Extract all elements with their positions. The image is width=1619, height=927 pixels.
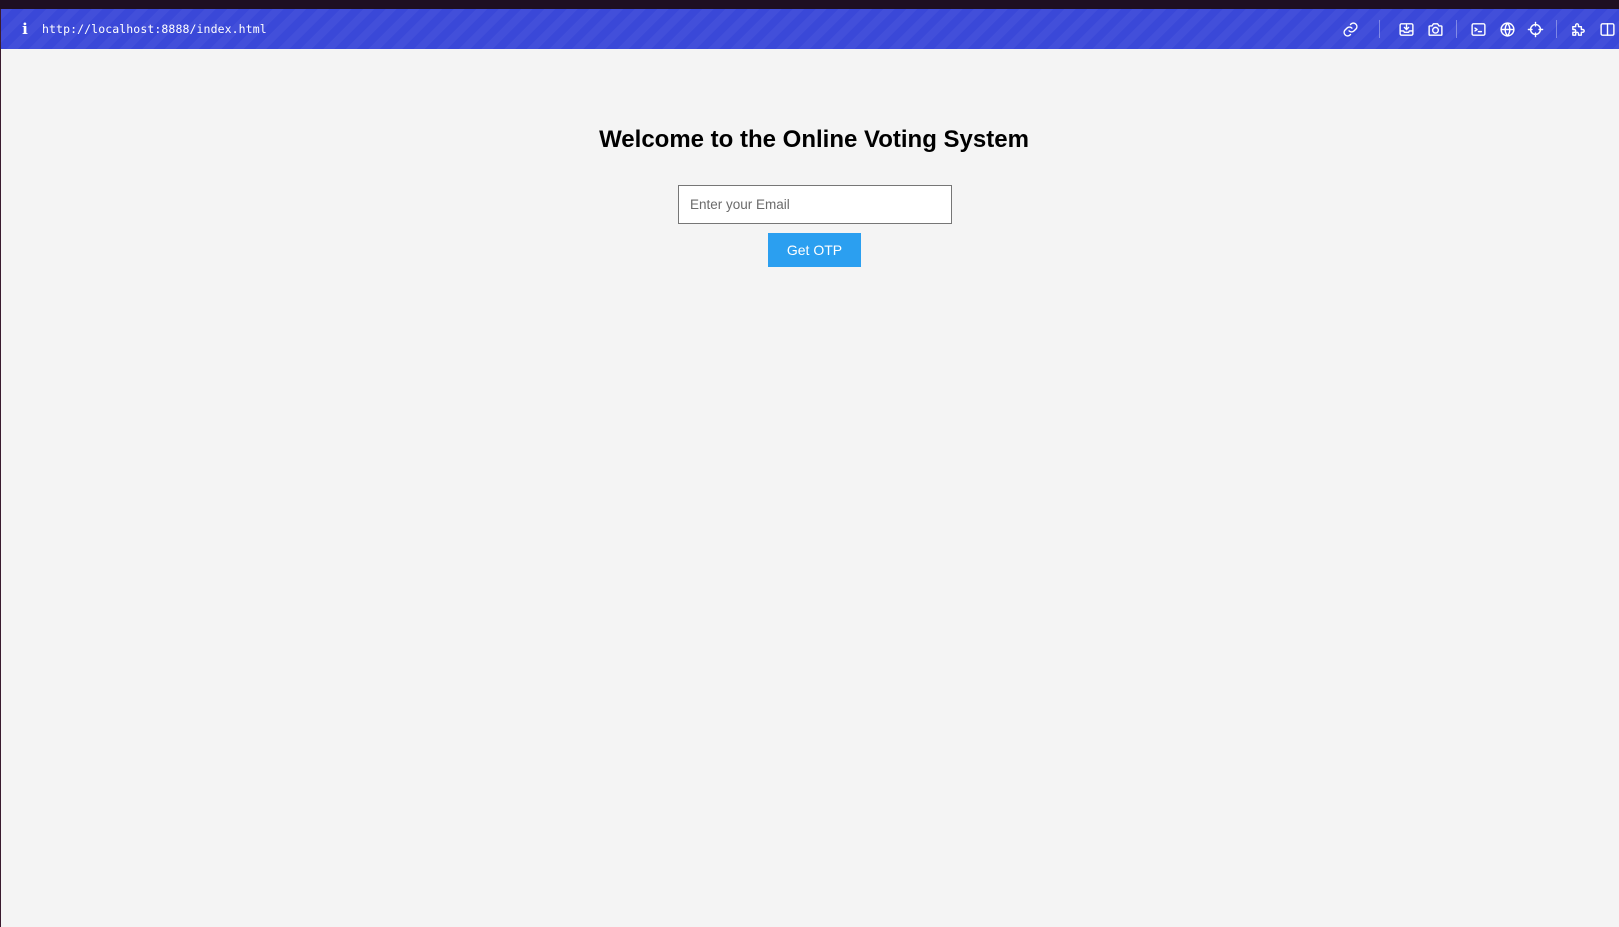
info-icon[interactable]: i [19, 19, 31, 39]
toolbar-divider [1556, 20, 1557, 38]
crosshair-icon[interactable] [1526, 20, 1544, 38]
page-title: Welcome to the Online Voting System [599, 126, 1029, 153]
camera-icon[interactable] [1426, 20, 1444, 38]
link-icon[interactable] [1341, 20, 1359, 38]
sidebar-icon[interactable] [1598, 20, 1616, 38]
browser-window: i http://localhost:8888/index.html Welco… [0, 9, 1619, 927]
globe-icon[interactable] [1498, 20, 1516, 38]
page-content: Welcome to the Online Voting System Get … [1, 49, 1619, 927]
email-field[interactable] [678, 185, 952, 224]
get-otp-button[interactable]: Get OTP [768, 233, 861, 267]
extension-icon[interactable] [1569, 20, 1587, 38]
url-bar[interactable]: http://localhost:8888/index.html [42, 21, 267, 37]
toolbar-divider [1379, 20, 1380, 38]
toolbar-divider [1456, 20, 1457, 38]
download-icon[interactable] [1397, 20, 1415, 38]
terminal-icon[interactable] [1469, 20, 1487, 38]
browser-toolbar: i http://localhost:8888/index.html [1, 9, 1619, 49]
